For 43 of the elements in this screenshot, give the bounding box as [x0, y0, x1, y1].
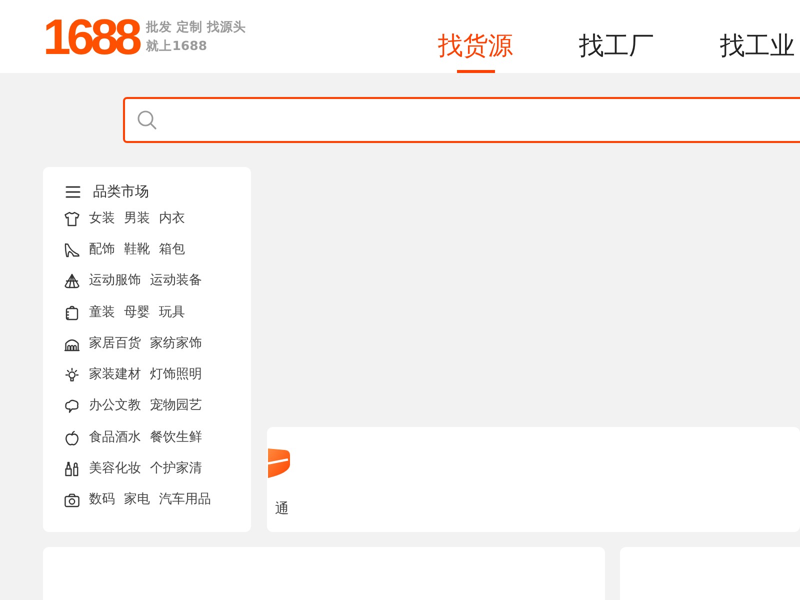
feature-label[interactable]: 通 — [275, 500, 289, 518]
category-link[interactable]: 灯饰照明 — [150, 366, 202, 384]
shirt-icon — [64, 210, 80, 227]
category-link[interactable]: 童装 — [89, 304, 115, 322]
category-link[interactable]: 男装 — [124, 210, 150, 228]
speech-cloud-icon — [64, 398, 80, 414]
category-link[interactable]: 家装建材 — [89, 366, 141, 384]
camera-icon — [64, 492, 80, 508]
category-link[interactable]: 办公文教 — [89, 397, 141, 416]
category-link[interactable]: 食品酒水 — [89, 428, 141, 447]
category-link[interactable]: 运动服饰 — [89, 272, 141, 290]
logo-tagline: 就上1688 — [146, 37, 208, 55]
category-link[interactable]: 配饰 — [89, 240, 115, 259]
category-title: 品类市场 — [93, 183, 149, 202]
category-link[interactable]: 箱包 — [159, 240, 185, 259]
category-link[interactable]: 运动装备 — [150, 272, 202, 290]
category-link[interactable]: 内衣 — [159, 210, 185, 228]
notebook-icon — [64, 304, 80, 321]
category-link[interactable]: 餐饮生鲜 — [150, 428, 202, 447]
category-link[interactable]: 家电 — [124, 491, 150, 510]
logo-tagline: 批发 定制 找源头 — [146, 18, 246, 36]
category-link[interactable]: 母婴 — [124, 304, 150, 322]
menu-icon — [65, 184, 81, 200]
category-link[interactable]: 家纺家饰 — [150, 334, 202, 353]
category-link[interactable]: 家居百货 — [89, 334, 141, 353]
nav-tab[interactable]: 找工业 — [720, 0, 795, 73]
category-link[interactable]: 鞋靴 — [124, 240, 150, 259]
category-link[interactable]: 女装 — [89, 210, 115, 228]
search-icon — [137, 110, 157, 130]
category-link[interactable]: 玩具 — [159, 304, 185, 322]
search-field[interactable] — [123, 97, 800, 143]
bottles-icon — [64, 461, 80, 478]
apple-icon — [64, 430, 80, 446]
nav-tab[interactable]: 找货源 — [438, 0, 513, 73]
category-link[interactable]: 美容化妆 — [89, 460, 141, 478]
category-link[interactable]: 汽车用品 — [159, 491, 211, 510]
high-heel-icon — [64, 242, 80, 258]
tent-icon — [64, 273, 80, 290]
category-link[interactable]: 宠物园艺 — [150, 397, 202, 416]
category-link[interactable]: 数码 — [89, 491, 115, 510]
bulb-icon — [64, 367, 80, 384]
nav-tab[interactable]: 找工厂 — [579, 0, 654, 73]
category-link[interactable]: 个护家清 — [150, 460, 202, 478]
